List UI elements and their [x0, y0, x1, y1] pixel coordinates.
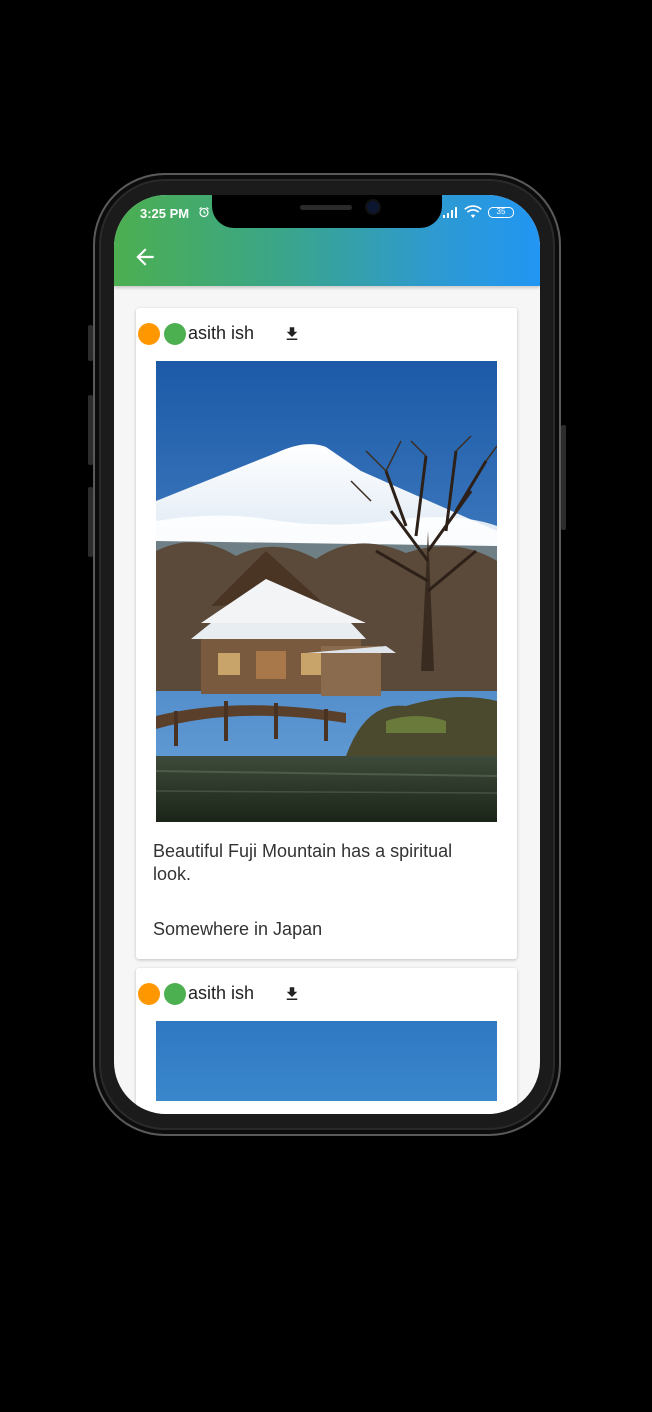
post-location: Somewhere in Japan [153, 919, 323, 939]
post-username: asith ish [188, 983, 255, 1003]
post-feed[interactable]: asith ish Beautiful Fuji Mountain has a … [114, 286, 540, 1114]
front-camera [367, 201, 379, 213]
status-time: 3:25 PM [140, 206, 190, 221]
post-image-fuji-mountain [156, 361, 497, 822]
post-username: asith ish [188, 323, 255, 343]
app-bar: 3:25 PM 35 [114, 195, 540, 286]
post-caption: Beautiful Fuji Mountain has a spiritual … [153, 841, 453, 884]
battery-level: 35 [496, 207, 506, 216]
side-button-power [561, 425, 566, 530]
battery-icon: 35 [488, 207, 514, 218]
side-button-volume-down [88, 487, 93, 557]
alarm-icon [199, 207, 209, 218]
signal-icon [443, 207, 457, 218]
green-dot [164, 323, 186, 345]
orange-dot [138, 983, 160, 1005]
orange-dot [138, 323, 160, 345]
back-button[interactable] [132, 244, 158, 270]
side-button-volume-up [88, 395, 93, 465]
speaker-grille [300, 205, 352, 210]
camera-notch [212, 195, 442, 228]
post-card: asith ish [136, 968, 517, 1114]
download-icon[interactable] [283, 325, 301, 343]
post-image [156, 1021, 497, 1101]
post-card: asith ish [136, 308, 517, 959]
download-icon[interactable] [283, 985, 301, 1003]
phone-screen: 3:25 PM 35 asith ish Beautiful Fuji Moun… [114, 195, 540, 1114]
side-button-mute [88, 325, 93, 361]
green-dot [164, 983, 186, 1005]
wifi-icon [464, 205, 482, 218]
